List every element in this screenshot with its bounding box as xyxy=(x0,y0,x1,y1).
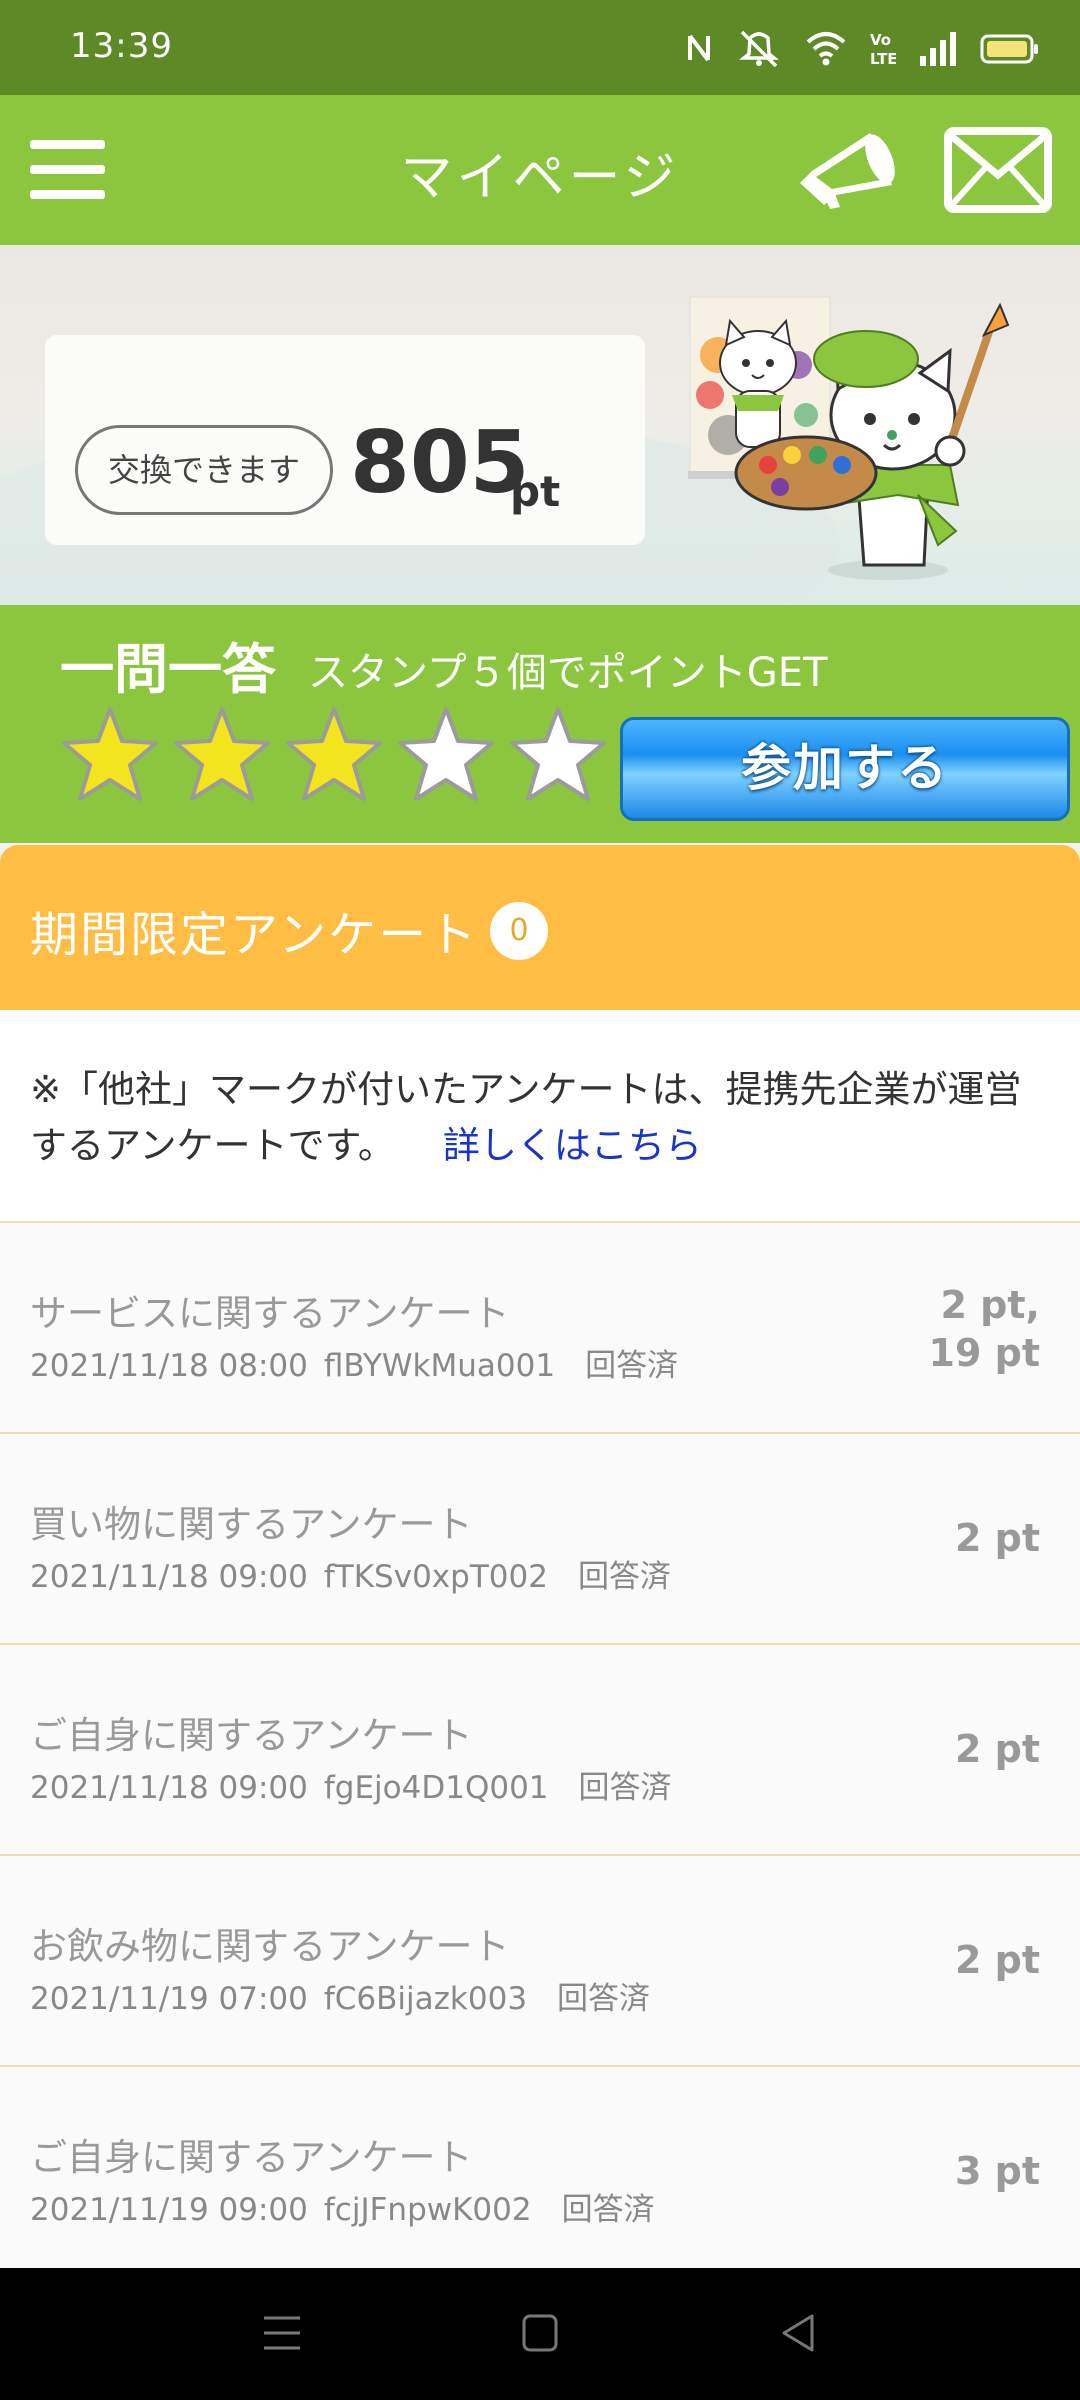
details-link[interactable]: 詳しくはこちら xyxy=(443,1124,702,1167)
points-card: 交換できます 805 pt xyxy=(45,335,645,545)
nfc-icon xyxy=(684,28,714,68)
survey-list-item[interactable]: 買い物に関するアンケート 2021/11/18 09:00 fTKSv0xpT00… xyxy=(0,1434,1080,1645)
star-filled-icon xyxy=(286,707,382,801)
star-filled-icon xyxy=(174,707,270,801)
mail-icon[interactable] xyxy=(944,127,1052,213)
app-header: マイページ xyxy=(0,95,1080,245)
survey-status: 回答済 xyxy=(585,1348,679,1384)
status-time: 13:39 xyxy=(70,26,173,66)
survey-meta: 2021/11/18 09:00 fTKSv0xpT002 回答済 xyxy=(30,1551,687,1596)
survey-date: 2021/11/18 09:00 xyxy=(30,1559,308,1595)
survey-points: 3 pt xyxy=(954,2149,1040,2193)
mute-icon xyxy=(736,28,782,68)
survey-code: fC6Bijazk003 xyxy=(323,1981,528,2017)
wifi-icon xyxy=(804,28,848,68)
survey-title: ご自身に関するアンケート xyxy=(30,2136,473,2179)
survey-code: fcjJFnpwK002 xyxy=(323,2192,532,2228)
survey-meta: 2021/11/19 07:00 fC6Bijazk003 回答済 xyxy=(30,1973,666,2018)
join-button[interactable]: 参加する xyxy=(620,717,1070,821)
survey-list-item[interactable]: ご自身に関するアンケート 2021/11/19 09:00 fcjJFnpwK00… xyxy=(0,2067,1080,2278)
stamp-stars xyxy=(60,705,608,805)
survey-meta: 2021/11/18 08:00 flBYWkMua001 回答済 xyxy=(30,1340,694,1385)
star-filled-icon xyxy=(62,707,158,801)
recent-apps-icon[interactable] xyxy=(262,2310,302,2360)
survey-header: 期間限定アンケート 0 xyxy=(0,845,1080,1010)
survey-list: サービスに関するアンケート 2021/11/18 08:00 flBYWkMua0… xyxy=(0,1223,1080,2278)
survey-points: 2 pt xyxy=(954,1938,1040,1982)
signal-icon xyxy=(918,28,958,68)
survey-points-line1: 2 pt, xyxy=(940,1283,1040,1327)
survey-code: fgEjo4D1Q001 xyxy=(323,1770,549,1806)
survey-title: サービスに関するアンケート xyxy=(30,1292,510,1335)
survey-date: 2021/11/19 09:00 xyxy=(30,2192,308,2228)
survey-date: 2021/11/18 09:00 xyxy=(30,1770,308,1806)
survey-status: 回答済 xyxy=(557,1981,651,2017)
survey-count-badge: 0 xyxy=(490,902,548,960)
survey-list-item[interactable]: お飲み物に関するアンケート 2021/11/19 07:00 fC6Bijazk0… xyxy=(0,1856,1080,2067)
page-title: マイページ xyxy=(400,148,680,208)
survey-title: ご自身に関するアンケート xyxy=(30,1714,473,1757)
survey-status: 回答済 xyxy=(578,1770,672,1806)
qa-stamp-section: 一問一答 スタンプ５個でポイントGET 参加する xyxy=(0,605,1080,843)
qa-description: スタンプ５個でポイントGET xyxy=(308,650,828,696)
battery-icon xyxy=(980,28,1040,68)
svg-text:LTE: LTE xyxy=(870,50,896,68)
status-icons: Vo LTE xyxy=(684,28,1040,68)
status-bar: 13:39 Vo LTE xyxy=(0,0,1080,95)
mascot-painter-cat-illustration xyxy=(688,295,1018,585)
survey-title: お飲み物に関するアンケート xyxy=(30,1925,510,1968)
points-unit: pt xyxy=(510,467,561,516)
survey-points: 2 pt, 19 pt xyxy=(929,1281,1040,1377)
points-value: 805 xyxy=(350,413,530,513)
system-nav-bar xyxy=(0,2268,1080,2400)
megaphone-icon[interactable] xyxy=(792,125,902,215)
survey-points-line2: 19 pt xyxy=(928,1331,1040,1375)
points-banner: 交換できます 805 pt xyxy=(0,245,1080,605)
survey-meta: 2021/11/19 09:00 fcjJFnpwK002 回答済 xyxy=(30,2184,671,2229)
back-icon[interactable] xyxy=(778,2310,818,2360)
exchange-button[interactable]: 交換できます xyxy=(75,425,333,515)
survey-status: 回答済 xyxy=(561,2192,655,2228)
qa-title: 一問一答 xyxy=(60,638,276,701)
survey-section-title: 期間限定アンケート xyxy=(30,907,479,963)
survey-notice: ※「他社」マークが付いたアンケートは、提携先企業が運営するアンケートです。 詳しく… xyxy=(0,1010,1080,1223)
star-empty-icon xyxy=(398,707,494,801)
survey-points: 2 pt xyxy=(954,1516,1040,1560)
survey-date: 2021/11/19 07:00 xyxy=(30,1981,308,2017)
svg-text:Vo: Vo xyxy=(870,31,891,49)
survey-code: flBYWkMua001 xyxy=(323,1348,556,1384)
survey-list-item[interactable]: ご自身に関するアンケート 2021/11/18 09:00 fgEjo4D1Q00… xyxy=(0,1645,1080,1856)
home-icon[interactable] xyxy=(520,2310,560,2360)
survey-meta: 2021/11/18 09:00 fgEjo4D1Q001 回答済 xyxy=(30,1762,688,1807)
survey-title: 買い物に関するアンケート xyxy=(30,1503,473,1546)
survey-date: 2021/11/18 08:00 xyxy=(30,1348,308,1384)
star-empty-icon xyxy=(510,707,606,801)
survey-status: 回答済 xyxy=(577,1559,671,1595)
survey-list-item[interactable]: サービスに関するアンケート 2021/11/18 08:00 flBYWkMua0… xyxy=(0,1223,1080,1434)
survey-points: 2 pt xyxy=(954,1727,1040,1771)
survey-code: fTKSv0xpT002 xyxy=(323,1559,548,1595)
volte-icon: Vo LTE xyxy=(870,28,898,68)
